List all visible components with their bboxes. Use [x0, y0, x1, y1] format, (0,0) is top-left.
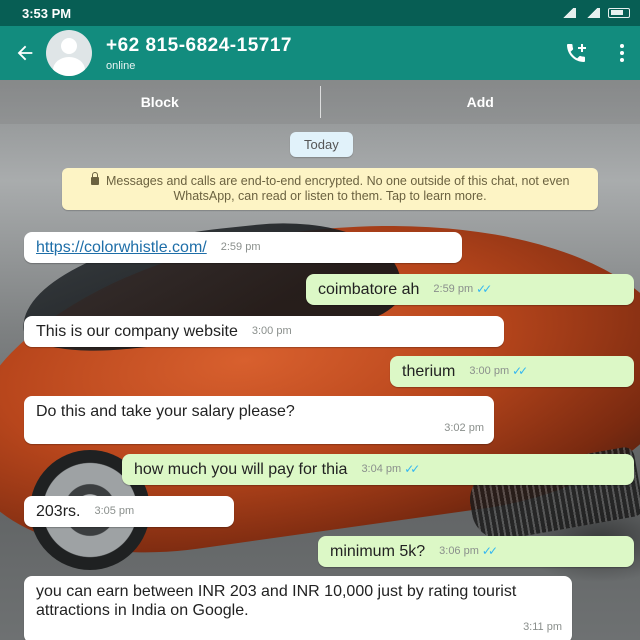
- battery-icon: [608, 8, 630, 18]
- message-text: you can earn between INR 203 and INR 10,…: [36, 583, 517, 619]
- message-bubble-outgoing[interactable]: therium 3:00 pm ✓✓: [390, 356, 634, 387]
- double-tick-icon: ✓✓: [476, 282, 492, 296]
- date-label: Today: [290, 132, 353, 157]
- message-time: 3:11 pm: [523, 621, 562, 633]
- message-bubble-outgoing[interactable]: minimum 5k? 3:06 pm ✓✓: [318, 536, 634, 567]
- header-actions: [562, 39, 624, 67]
- double-tick-icon: ✓✓: [512, 364, 528, 378]
- message-bubble-outgoing[interactable]: coimbatore ah 2:59 pm ✓✓: [306, 274, 634, 305]
- contact-name: +62 815-6824-15717: [106, 34, 292, 56]
- message-time: 3:04 pm: [361, 463, 402, 475]
- status-time: 3:53 PM: [22, 5, 72, 21]
- message-bubble-outgoing[interactable]: how much you will pay for thia 3:04 pm ✓✓: [122, 454, 634, 485]
- message-time: 2:59 pm: [433, 283, 474, 295]
- message-text: therium: [402, 363, 456, 380]
- double-tick-icon: ✓✓: [404, 462, 420, 476]
- add-button[interactable]: Add: [321, 94, 640, 110]
- message-bubble-incoming[interactable]: https://colorwhistle.com/2:59 pm: [24, 232, 462, 263]
- message-time: 3:02 pm: [444, 422, 484, 434]
- avatar[interactable]: [46, 30, 92, 76]
- message-text: how much you will pay for thia: [134, 461, 348, 478]
- block-add-bar: Block Add: [0, 80, 640, 124]
- message-text: This is our company website: [36, 323, 238, 340]
- signal-icon-2: [584, 8, 600, 18]
- lock-icon: [90, 172, 99, 185]
- block-button[interactable]: Block: [0, 94, 320, 110]
- double-tick-icon: ✓✓: [481, 544, 498, 558]
- chat-area[interactable]: Today Messages and calls are end-to-end …: [0, 124, 640, 640]
- message-time: 3:06 pm: [439, 545, 479, 557]
- message-text: Do this and take your salary please?: [36, 403, 295, 420]
- message-bubble-incoming[interactable]: This is our company website 3:00 pm: [24, 316, 504, 347]
- message-text: minimum 5k?: [330, 543, 426, 560]
- message-bubble-incoming[interactable]: Do this and take your salary please? 3:0…: [24, 396, 494, 444]
- back-arrow-icon[interactable]: [8, 36, 42, 70]
- more-vert-icon[interactable]: [620, 44, 624, 62]
- signal-icon: [560, 8, 576, 18]
- message-bubble-incoming[interactable]: you can earn between INR 203 and INR 10,…: [24, 576, 572, 640]
- message-time: 3:00 pm: [469, 365, 510, 377]
- contact-status: online: [106, 59, 136, 72]
- encryption-notice[interactable]: Messages and calls are end-to-end encryp…: [62, 168, 598, 210]
- contact-info[interactable]: +62 815-6824-15717 online: [106, 35, 292, 72]
- message-bubble-incoming[interactable]: 203rs. 3:05 pm: [24, 496, 234, 527]
- message-time: 3:05 pm: [94, 505, 135, 517]
- add-call-icon[interactable]: [562, 39, 590, 67]
- message-text: coimbatore ah: [318, 281, 420, 298]
- status-icons: [560, 8, 630, 18]
- chat-header: +62 815-6824-15717 online: [0, 26, 640, 80]
- message-text: 203rs.: [36, 503, 81, 520]
- message-time: 3:00 pm: [251, 325, 292, 337]
- encryption-text: Messages and calls are end-to-end encryp…: [106, 174, 570, 203]
- message-time: 2:59 pm: [220, 241, 261, 253]
- message-text[interactable]: https://colorwhistle.com/: [36, 238, 207, 257]
- status-bar: 3:53 PM: [0, 0, 640, 26]
